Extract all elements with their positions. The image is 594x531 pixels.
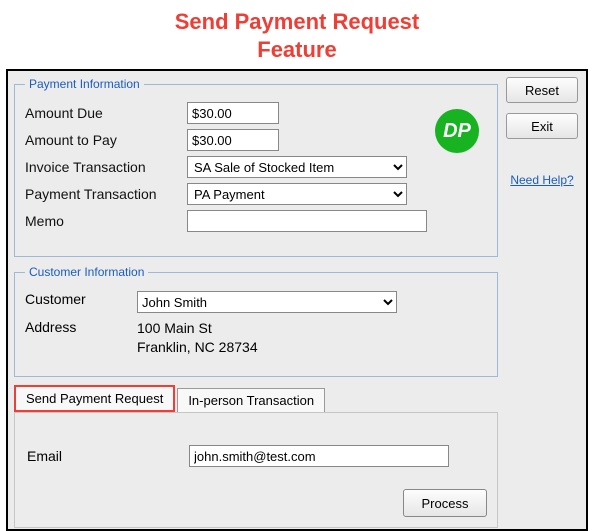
customer-information-group: Customer Information Customer John Smith…	[14, 265, 498, 377]
page-title: Send Payment Request Feature	[0, 0, 594, 69]
amount-to-pay-input[interactable]	[187, 129, 279, 151]
invoice-transaction-label: Invoice Transaction	[25, 159, 187, 175]
customer-legend: Customer Information	[25, 265, 148, 279]
tab-body: Email Process	[14, 412, 498, 528]
dp-logo-icon: DP	[435, 109, 479, 153]
customer-label: Customer	[25, 291, 137, 307]
side-column: Reset Exit Need Help?	[504, 77, 580, 187]
app-window: Payment Information DP Amount Due Amount…	[6, 69, 588, 531]
exit-button[interactable]: Exit	[506, 113, 578, 139]
title-line-1: Send Payment Request	[175, 9, 420, 34]
tab-area: Send Payment Request In-person Transacti…	[14, 385, 498, 528]
memo-input[interactable]	[187, 210, 427, 232]
memo-label: Memo	[25, 213, 187, 229]
invoice-transaction-select[interactable]: SA Sale of Stocked Item	[187, 156, 407, 178]
amount-due-input[interactable]	[187, 102, 279, 124]
payment-transaction-label: Payment Transaction	[25, 186, 187, 202]
payment-legend: Payment Information	[25, 77, 144, 91]
reset-button[interactable]: Reset	[506, 77, 578, 103]
tab-send-payment-request[interactable]: Send Payment Request	[14, 385, 175, 412]
address-label: Address	[25, 319, 137, 335]
process-button[interactable]: Process	[403, 489, 487, 517]
email-input[interactable]	[189, 445, 449, 467]
payment-information-group: Payment Information DP Amount Due Amount…	[14, 77, 498, 257]
tab-strip: Send Payment Request In-person Transacti…	[14, 385, 498, 412]
title-line-2: Feature	[257, 37, 336, 62]
email-label: Email	[27, 448, 189, 464]
payment-transaction-select[interactable]: PA Payment	[187, 183, 407, 205]
amount-due-label: Amount Due	[25, 105, 187, 121]
tab-in-person-transaction[interactable]: In-person Transaction	[177, 388, 325, 412]
customer-select[interactable]: John Smith	[137, 291, 397, 313]
address-value: 100 Main St Franklin, NC 28734	[137, 319, 258, 357]
need-help-link[interactable]: Need Help?	[510, 173, 573, 187]
main-column: Payment Information DP Amount Due Amount…	[14, 77, 498, 528]
amount-to-pay-label: Amount to Pay	[25, 132, 187, 148]
